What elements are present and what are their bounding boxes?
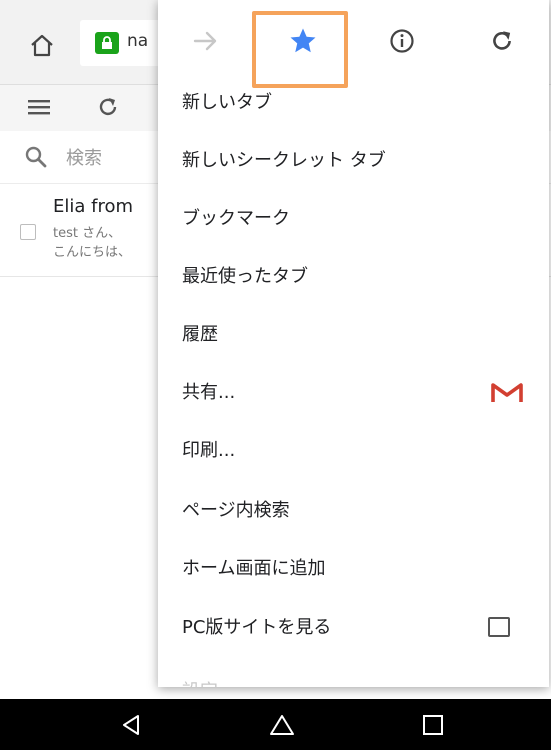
email-snippet-line2: こんにちは、 bbox=[53, 245, 132, 260]
recents-icon bbox=[423, 715, 443, 735]
menu-item-history[interactable]: 履歴 bbox=[158, 304, 549, 362]
menu-item-label: PC版サイトを見る bbox=[182, 617, 332, 638]
refresh-icon[interactable] bbox=[96, 95, 120, 119]
menu-item-label: 印刷... bbox=[182, 440, 236, 461]
menu-item-find-in-page[interactable]: ページ内検索 bbox=[158, 480, 549, 538]
back-button[interactable] bbox=[111, 707, 151, 743]
lock-icon bbox=[95, 32, 119, 54]
menu-item-print[interactable]: 印刷... bbox=[158, 420, 549, 478]
menu-item-label: 設定 bbox=[182, 677, 218, 687]
info-icon[interactable] bbox=[385, 24, 419, 58]
menu-item-new-tab[interactable]: 新しいタブ bbox=[158, 72, 549, 130]
home-icon bbox=[31, 34, 53, 57]
menu-item-label: 新しいシークレット タブ bbox=[182, 150, 386, 171]
desktop-site-checkbox[interactable] bbox=[488, 617, 510, 637]
menu-item-label: 最近使ったタブ bbox=[182, 266, 308, 287]
menu-item-label: 履歴 bbox=[182, 324, 218, 345]
omnibox[interactable]: na bbox=[80, 20, 170, 66]
home-icon bbox=[270, 715, 294, 735]
menu-item-label: ホーム画面に追加 bbox=[182, 558, 326, 579]
menu-item-label: 新しいタブ bbox=[182, 92, 272, 113]
menu-item-new-incognito-tab[interactable]: 新しいシークレット タブ bbox=[158, 130, 549, 188]
menu-item-share[interactable]: 共有... bbox=[158, 362, 549, 420]
hamburger-icon[interactable] bbox=[28, 97, 52, 117]
browser-overflow-menu: 新しいタブ 新しいシークレット タブ ブックマーク 最近使ったタブ 履歴 共有.… bbox=[158, 0, 549, 687]
forward-arrow-icon[interactable] bbox=[189, 24, 223, 58]
menu-item-recent-tabs[interactable]: 最近使ったタブ bbox=[158, 246, 549, 304]
home-nav-button[interactable] bbox=[262, 707, 302, 743]
menu-item-label: ブックマーク bbox=[182, 208, 290, 229]
recents-button[interactable] bbox=[413, 707, 453, 743]
menu-icon-row bbox=[158, 0, 549, 76]
menu-item-label: ページ内検索 bbox=[182, 500, 290, 521]
menu-item-settings[interactable]: 設定 bbox=[158, 655, 549, 687]
home-button[interactable] bbox=[22, 28, 62, 62]
back-icon bbox=[123, 715, 139, 735]
email-snippet: test さん、 bbox=[53, 226, 122, 241]
search-icon bbox=[25, 146, 47, 168]
menu-item-bookmarks[interactable]: ブックマーク bbox=[158, 188, 549, 246]
email-sender: Elia from bbox=[53, 196, 134, 217]
search-placeholder: 検索 bbox=[66, 148, 102, 169]
menu-item-label: 共有... bbox=[182, 382, 236, 403]
android-nav-bar bbox=[0, 699, 551, 750]
menu-item-add-to-home-screen[interactable]: ホーム画面に追加 bbox=[158, 538, 549, 596]
email-checkbox[interactable] bbox=[20, 224, 36, 240]
url-text: na bbox=[127, 31, 149, 51]
reload-icon[interactable] bbox=[485, 24, 519, 58]
gmail-icon bbox=[491, 383, 523, 402]
menu-item-request-desktop-site[interactable]: PC版サイトを見る bbox=[158, 597, 549, 655]
